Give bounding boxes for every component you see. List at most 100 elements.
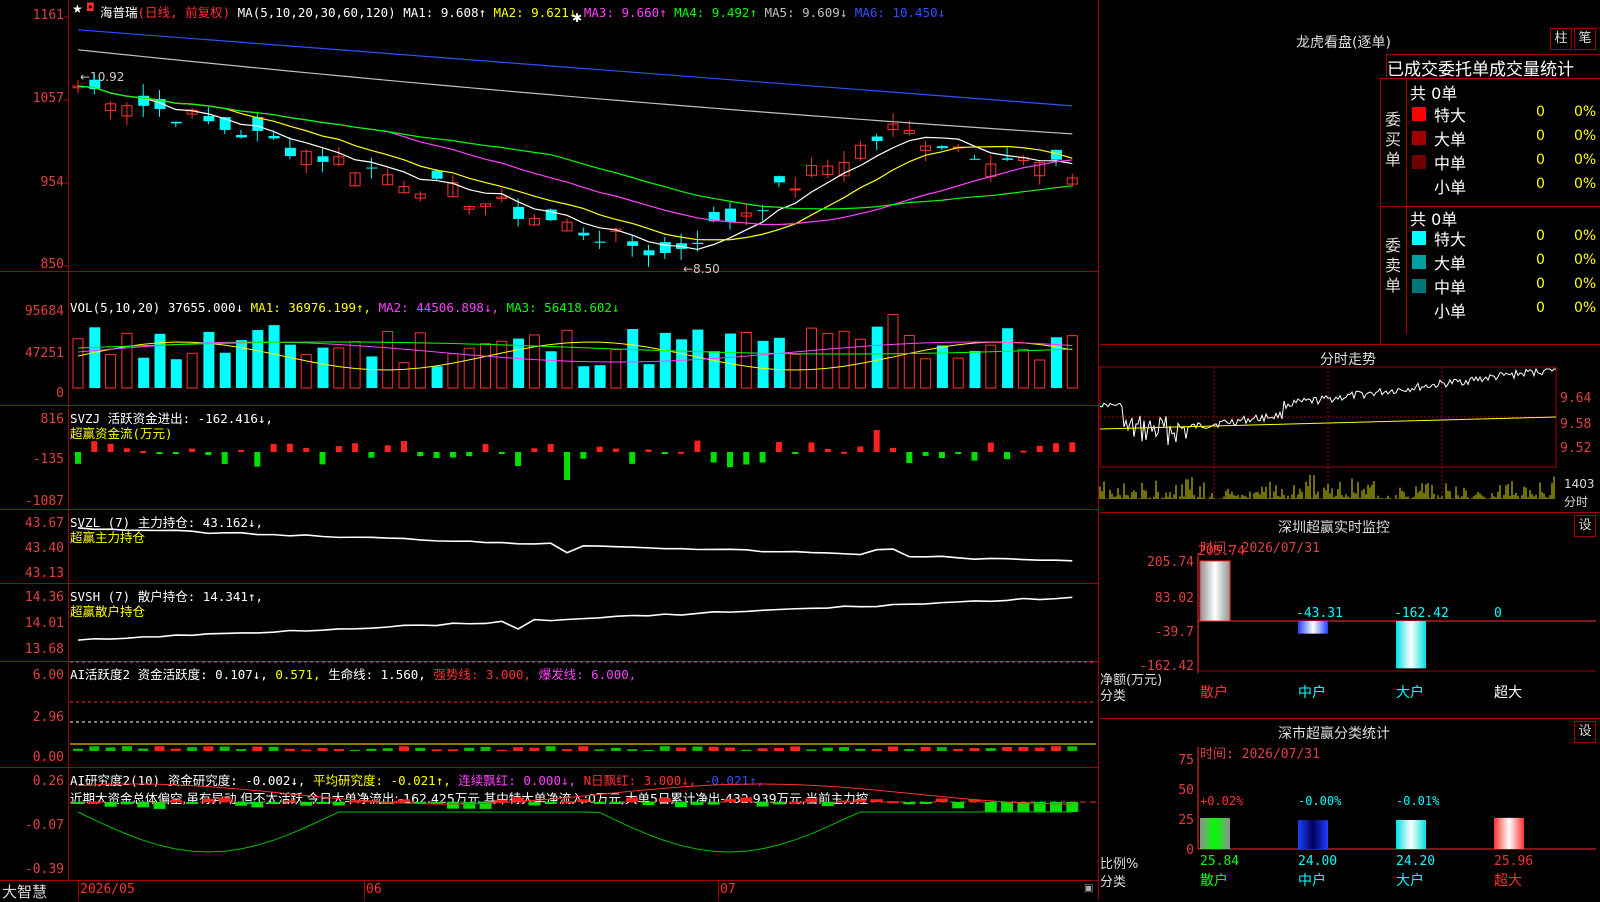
research-bar	[202, 798, 215, 802]
fund-flow-bar	[449, 452, 456, 458]
research-bar	[398, 799, 410, 802]
panel-divider	[1098, 0, 1099, 900]
lock-icon[interactable]: ▣	[1084, 883, 1093, 894]
fund-flow-bar	[189, 448, 196, 452]
order-count: 0	[1536, 152, 1545, 168]
volume-bar	[528, 334, 540, 389]
lhb-panel[interactable]: 龙虎看盘(逐单) 柱 笔 已成交委托单成交量统计 委买单 委卖单 共 0单 共 …	[1100, 0, 1600, 344]
research-bar	[952, 802, 965, 809]
activity-bar	[888, 746, 898, 751]
footer-bar: 大智慧 2026/05 06 07 ▣	[0, 880, 1098, 901]
intraday-panel[interactable]: 分时走势 9.64 9.58 9.52 1403 分时	[1099, 344, 1600, 513]
activity-bar	[659, 746, 670, 751]
classify-category: 大户	[1396, 872, 1424, 889]
research-bar	[658, 797, 671, 802]
ai-activity-chart[interactable]	[0, 661, 1098, 768]
activity-bar	[822, 747, 833, 751]
order-type-label: 特大	[1434, 106, 1467, 125]
monitor-category: 中户	[1298, 684, 1326, 701]
svsh-pane[interactable]: SVSH (7) 散户持仓: 14.341↑, 超赢散户持仓 14.36 14.…	[0, 584, 1098, 662]
fund-flow-bar	[498, 452, 505, 454]
monitor-bar	[1396, 621, 1426, 669]
activity-bar	[871, 749, 882, 751]
svzj-pane[interactable]: SVZJ 活跃资金进出: -162.416↓, 超赢资金流(万元) 816 -1…	[0, 406, 1098, 510]
kline-pane[interactable]: ★ ◘ 海普瑞(日线, 前复权) MA(5,10,20,30,60,120) M…	[0, 0, 1098, 276]
volume-bar	[186, 352, 198, 389]
research-bar	[349, 800, 362, 803]
volume-bar	[154, 333, 166, 388]
activity-bar	[252, 746, 263, 751]
activity-bar	[236, 749, 246, 751]
volume-bar	[773, 337, 785, 388]
left-chart-area[interactable]: ★ ◘ 海普瑞(日线, 前复权) MA(5,10,20,30,60,120) M…	[0, 0, 1098, 901]
svzj-chart[interactable]	[0, 406, 1098, 510]
classify-bar	[1494, 817, 1524, 849]
candle-down	[431, 170, 443, 179]
volume-bar	[757, 340, 769, 388]
research-bar	[724, 799, 736, 802]
activity-bar	[480, 746, 491, 751]
activity-bar	[562, 749, 572, 751]
volume-bar	[545, 351, 557, 388]
order-percent: 0%	[1574, 252, 1597, 268]
svzl-pane[interactable]: SVZL (7) 主力持仓: 43.162↓, 超赢主力持仓 43.67 43.…	[0, 510, 1098, 584]
research-bar	[1001, 802, 1014, 812]
ai-research-chart[interactable]	[0, 768, 1098, 880]
volume-bar	[105, 354, 117, 389]
fund-flow-bar	[890, 447, 896, 452]
monitor-panel[interactable]: 深圳超赢实时监控 设 时间: 2026/07/31 205.74 83.02 -…	[1100, 512, 1600, 718]
volume-bar	[822, 332, 834, 389]
volume-bar	[138, 357, 150, 388]
legend-swatch	[1412, 107, 1426, 121]
bar-mode-button[interactable]: 柱	[1550, 28, 1572, 50]
brand-label: 大智慧	[2, 883, 48, 901]
volume-pane[interactable]: VOL(5,10,20) 37655.000↓ MA1: 36976.199↑,…	[0, 298, 1098, 406]
classify-panel[interactable]: 深市超赢分类统计 设 时间: 2026/07/31 75 50 25 0 比例%…	[1100, 718, 1600, 900]
volume-bar	[382, 330, 394, 389]
activity-bar	[154, 746, 165, 751]
research-bar	[267, 802, 280, 805]
classify-chart[interactable]: +0.02% 25.84 散户 -0.00% 24.00 中户 -0.01% 24.20 大户 2…	[1100, 719, 1600, 901]
fund-flow-bar	[547, 444, 554, 452]
monitor-chart[interactable]: 205.74 散户 -43.31 中户 -162.42 大户 0 超大	[1100, 513, 1600, 719]
activity-bar	[953, 748, 964, 751]
activity-bar	[415, 747, 426, 751]
candle-down	[627, 241, 639, 246]
fund-flow-bar	[482, 444, 489, 452]
volume-bar	[969, 350, 981, 388]
volume-bar	[72, 338, 84, 389]
activity-bar	[219, 746, 230, 751]
fund-flow-bar	[873, 430, 880, 452]
activity-bar	[268, 746, 279, 751]
svsh-chart[interactable]	[0, 584, 1098, 662]
research-bar	[772, 802, 785, 805]
date-tick-1	[78, 881, 79, 901]
candle-down	[643, 250, 655, 256]
kline-chart[interactable]: ✱	[0, 0, 1098, 272]
research-bar	[463, 802, 476, 809]
lhb-tabs[interactable]: 已成交委托单成交量统计	[1386, 54, 1600, 78]
volume-bar	[1034, 359, 1046, 389]
volume-bar	[1017, 349, 1029, 389]
fund-flow-bar	[987, 442, 994, 452]
intraday-chart[interactable]	[1099, 345, 1600, 513]
fund-flow-bar	[123, 448, 130, 452]
monitor-value: -162.42	[1394, 606, 1449, 621]
research-bar	[593, 802, 606, 804]
fund-flow-bar	[580, 452, 587, 459]
volume-bar	[561, 329, 573, 389]
fund-flow-bar	[254, 452, 261, 467]
tick-mode-button[interactable]: 笔	[1574, 28, 1596, 50]
research-bar	[626, 797, 639, 802]
ai-research-pane[interactable]: AI研究度2(10) 资金研究度: -0.002↓, 平均研究度: -0.021…	[0, 768, 1098, 880]
volume-chart[interactable]	[0, 298, 1098, 406]
volume-bar	[414, 332, 426, 389]
research-bar	[984, 802, 997, 812]
candle-down	[773, 176, 785, 183]
svzl-chart[interactable]	[0, 510, 1098, 584]
ai-activity-pane[interactable]: AI活跃度2 资金活跃度: 0.107↓, 0.571, 生命线: 1.560,…	[0, 661, 1098, 768]
activity-bar	[594, 749, 605, 751]
fund-flow-bar	[433, 452, 440, 458]
research-bar	[821, 802, 834, 807]
order-type-label: 小单	[1434, 302, 1467, 321]
